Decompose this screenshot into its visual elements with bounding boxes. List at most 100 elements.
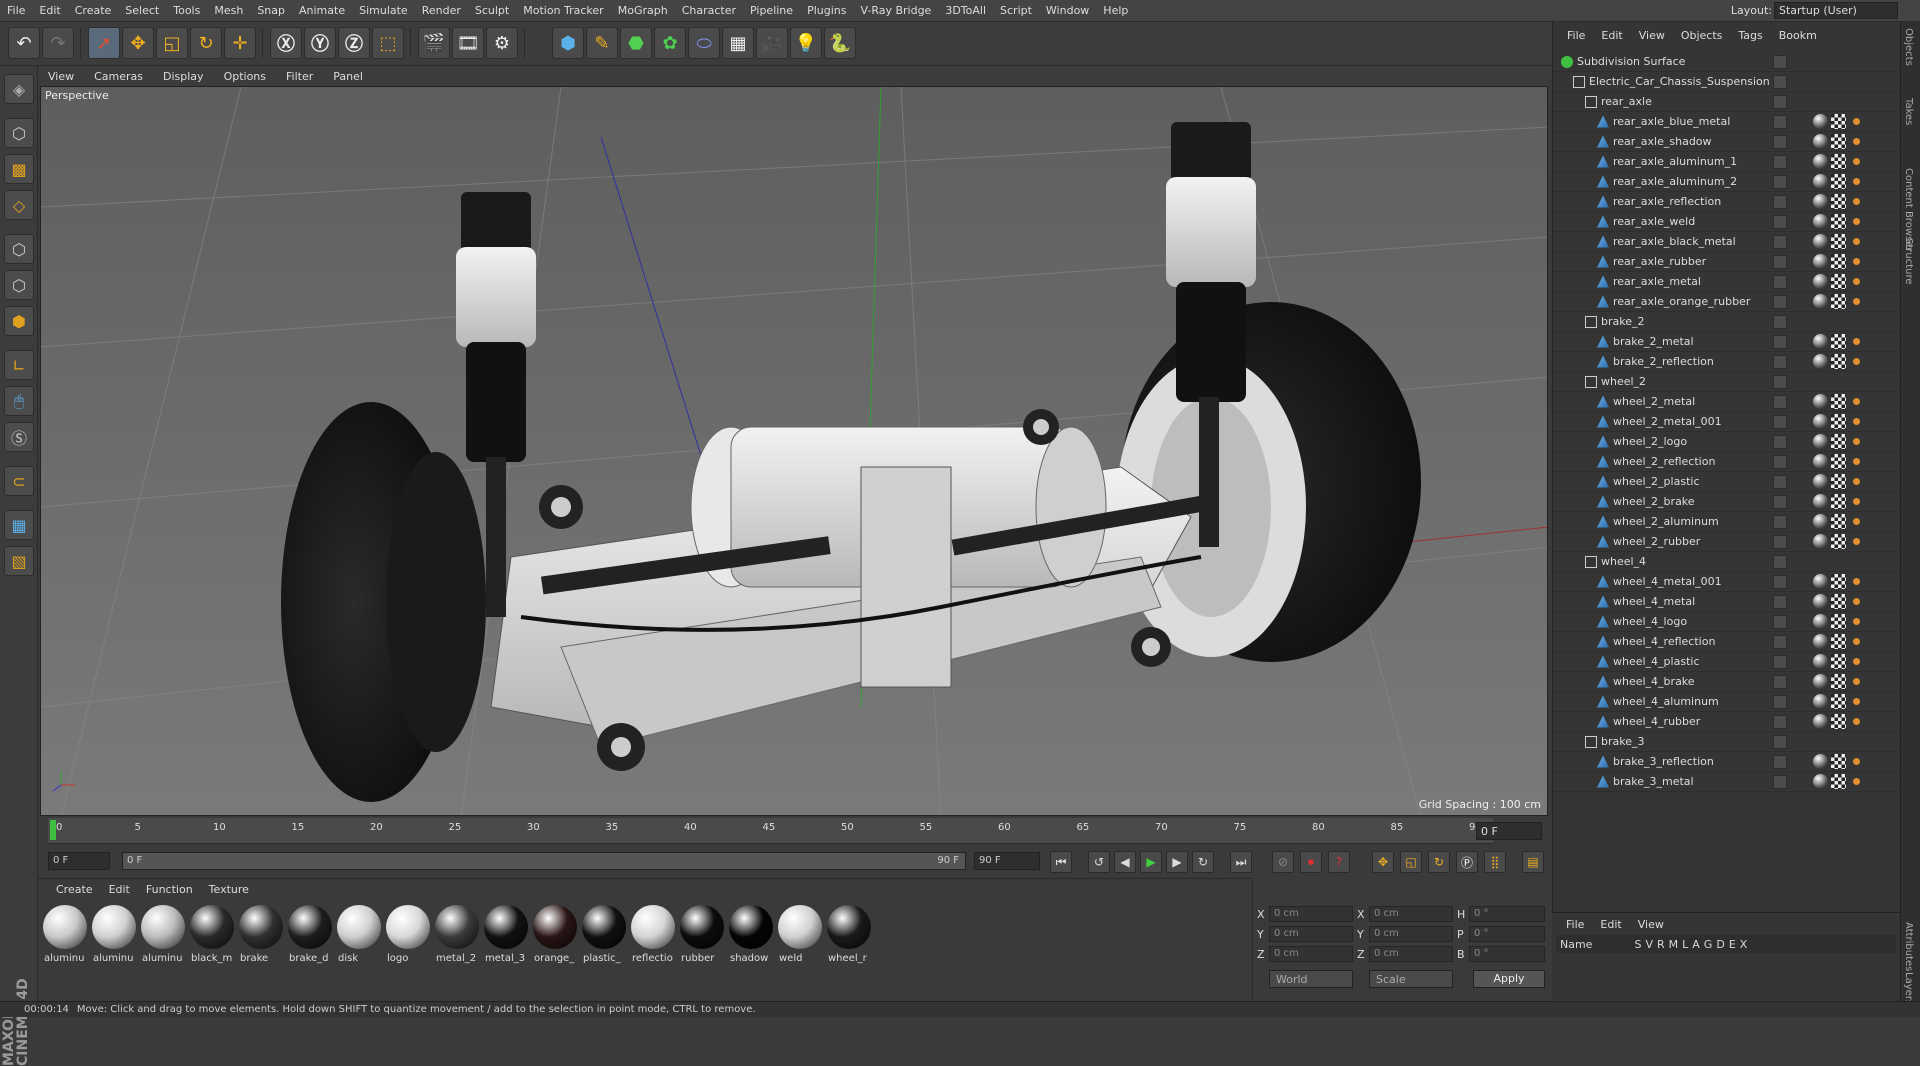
material-tag-icon[interactable] (1813, 254, 1828, 269)
next-frame-icon[interactable]: ▶ (1166, 851, 1188, 873)
object-row[interactable]: wheel_4_brake (1553, 672, 1901, 692)
viewport-menu-filter[interactable]: Filter (276, 70, 323, 83)
menu-sculpt[interactable]: Sculpt (468, 4, 516, 17)
viewport-menu-options[interactable]: Options (214, 70, 276, 83)
texture-tag-icon[interactable] (1831, 194, 1846, 209)
viewport-menu-view[interactable]: View (38, 70, 84, 83)
phong-tag-icon[interactable] (1849, 214, 1864, 229)
object-row[interactable]: wheel_2_logo (1553, 432, 1901, 452)
object-row[interactable]: rear_axle (1553, 92, 1901, 112)
menu-animate[interactable]: Animate (292, 4, 352, 17)
visibility-toggle[interactable] (1773, 554, 1787, 569)
object-row[interactable]: wheel_2_plastic (1553, 472, 1901, 492)
visibility-toggle[interactable] (1773, 374, 1787, 389)
visibility-toggle[interactable] (1773, 334, 1787, 349)
scale-icon[interactable]: ◱ (156, 27, 188, 59)
menu-plugins[interactable]: Plugins (800, 4, 853, 17)
object-row[interactable]: rear_axle_orange_rubber (1553, 292, 1901, 312)
layer-menu-edit[interactable]: Edit (1592, 918, 1629, 931)
phong-tag-icon[interactable] (1849, 454, 1864, 469)
side-tab-attributes[interactable]: Attributes (1903, 922, 1914, 971)
light-icon[interactable]: 💡 (790, 27, 822, 59)
start-frame-field[interactable]: 0 F (48, 852, 110, 870)
visibility-toggle[interactable] (1773, 394, 1787, 409)
material-swatch[interactable]: disk (336, 905, 382, 975)
phong-tag-icon[interactable] (1849, 114, 1864, 129)
phong-tag-icon[interactable] (1849, 494, 1864, 509)
pen-icon[interactable]: ✎ (586, 27, 618, 59)
phong-tag-icon[interactable] (1849, 694, 1864, 709)
key-scale-icon[interactable]: ◱ (1400, 851, 1422, 873)
model-mode-icon[interactable]: ⬡ (4, 118, 34, 148)
object-row[interactable]: brake_3_metal (1553, 772, 1901, 792)
keyframe-icon[interactable]: ⊘ (1272, 851, 1294, 873)
material-tag-icon[interactable] (1813, 214, 1828, 229)
phong-tag-icon[interactable] (1849, 714, 1864, 729)
texture-tag-icon[interactable] (1831, 414, 1846, 429)
menu-motion-tracker[interactable]: Motion Tracker (516, 4, 610, 17)
material-swatch[interactable]: rubber (679, 905, 725, 975)
visibility-toggle[interactable] (1773, 454, 1787, 469)
material-swatch[interactable]: black_m (189, 905, 235, 975)
object-row[interactable]: wheel_4_reflection (1553, 632, 1901, 652)
material-tag-icon[interactable] (1813, 414, 1828, 429)
viewport-menu-panel[interactable]: Panel (323, 70, 373, 83)
floor-icon[interactable]: ▦ (722, 27, 754, 59)
object-row[interactable]: wheel_4_logo (1553, 612, 1901, 632)
material-swatch[interactable]: aluminu (140, 905, 186, 975)
texture-tag-icon[interactable] (1831, 234, 1846, 249)
texture-tag-icon[interactable] (1831, 174, 1846, 189)
object-row[interactable]: rear_axle_rubber (1553, 252, 1901, 272)
visibility-toggle[interactable] (1773, 574, 1787, 589)
key-pla-icon[interactable]: ⣿ (1484, 851, 1506, 873)
material-swatch[interactable]: logo (385, 905, 431, 975)
go-to-start-icon[interactable]: ⏮ (1050, 851, 1072, 873)
object-row[interactable]: wheel_4_aluminum (1553, 692, 1901, 712)
texture-tag-icon[interactable] (1831, 154, 1846, 169)
material-tag-icon[interactable] (1813, 154, 1828, 169)
render-picture-viewer-icon[interactable]: 🎞 (452, 27, 484, 59)
snap-icon[interactable]: Ⓢ (4, 422, 34, 452)
material-menu-create[interactable]: Create (48, 883, 101, 896)
points-mode-icon[interactable]: ⬡ (4, 234, 34, 264)
previous-key-icon[interactable]: ↺ (1088, 851, 1110, 873)
current-frame-field[interactable]: 0 F (1476, 822, 1542, 840)
material-swatch[interactable]: metal_2 (434, 905, 480, 975)
phong-tag-icon[interactable] (1849, 774, 1864, 789)
object-row[interactable]: brake_3 (1553, 732, 1901, 752)
visibility-toggle[interactable] (1773, 294, 1787, 309)
coordinate-system-icon[interactable]: ⬚ (372, 27, 404, 59)
pitch-field[interactable]: 0 ° (1469, 926, 1545, 942)
texture-tag-icon[interactable] (1831, 334, 1846, 349)
texture-tag-icon[interactable] (1831, 294, 1846, 309)
magnet-icon[interactable]: ⊂ (4, 466, 34, 496)
object-row[interactable]: Subdivision Surface (1553, 52, 1901, 72)
texture-tag-icon[interactable] (1831, 694, 1846, 709)
material-tag-icon[interactable] (1813, 574, 1828, 589)
texture-tag-icon[interactable] (1831, 514, 1846, 529)
phong-tag-icon[interactable] (1849, 634, 1864, 649)
material-tag-icon[interactable] (1813, 494, 1828, 509)
undo-icon[interactable]: ↶ (8, 27, 40, 59)
visibility-toggle[interactable] (1773, 414, 1787, 429)
texture-tag-icon[interactable] (1831, 474, 1846, 489)
z-position-field[interactable]: 0 cm (1269, 946, 1353, 962)
tweak-mode-icon[interactable]: 🖱 (4, 386, 34, 416)
material-tag-icon[interactable] (1813, 394, 1828, 409)
phong-tag-icon[interactable] (1849, 474, 1864, 489)
material-tag-icon[interactable] (1813, 614, 1828, 629)
material-tag-icon[interactable] (1813, 634, 1828, 649)
texture-tag-icon[interactable] (1831, 494, 1846, 509)
object-row[interactable]: wheel_4_plastic (1553, 652, 1901, 672)
texture-tag-icon[interactable] (1831, 754, 1846, 769)
object-menu-bookm[interactable]: Bookm (1771, 29, 1825, 42)
object-row[interactable]: wheel_4_metal_001 (1553, 572, 1901, 592)
grid-icon[interactable]: ▧ (4, 546, 34, 576)
texture-tag-icon[interactable] (1831, 254, 1846, 269)
polygons-mode-icon[interactable]: ⬢ (4, 306, 34, 336)
menu-create[interactable]: Create (68, 4, 119, 17)
redo-icon[interactable]: ↷ (42, 27, 74, 59)
phong-tag-icon[interactable] (1849, 414, 1864, 429)
phong-tag-icon[interactable] (1849, 194, 1864, 209)
visibility-toggle[interactable] (1773, 674, 1787, 689)
